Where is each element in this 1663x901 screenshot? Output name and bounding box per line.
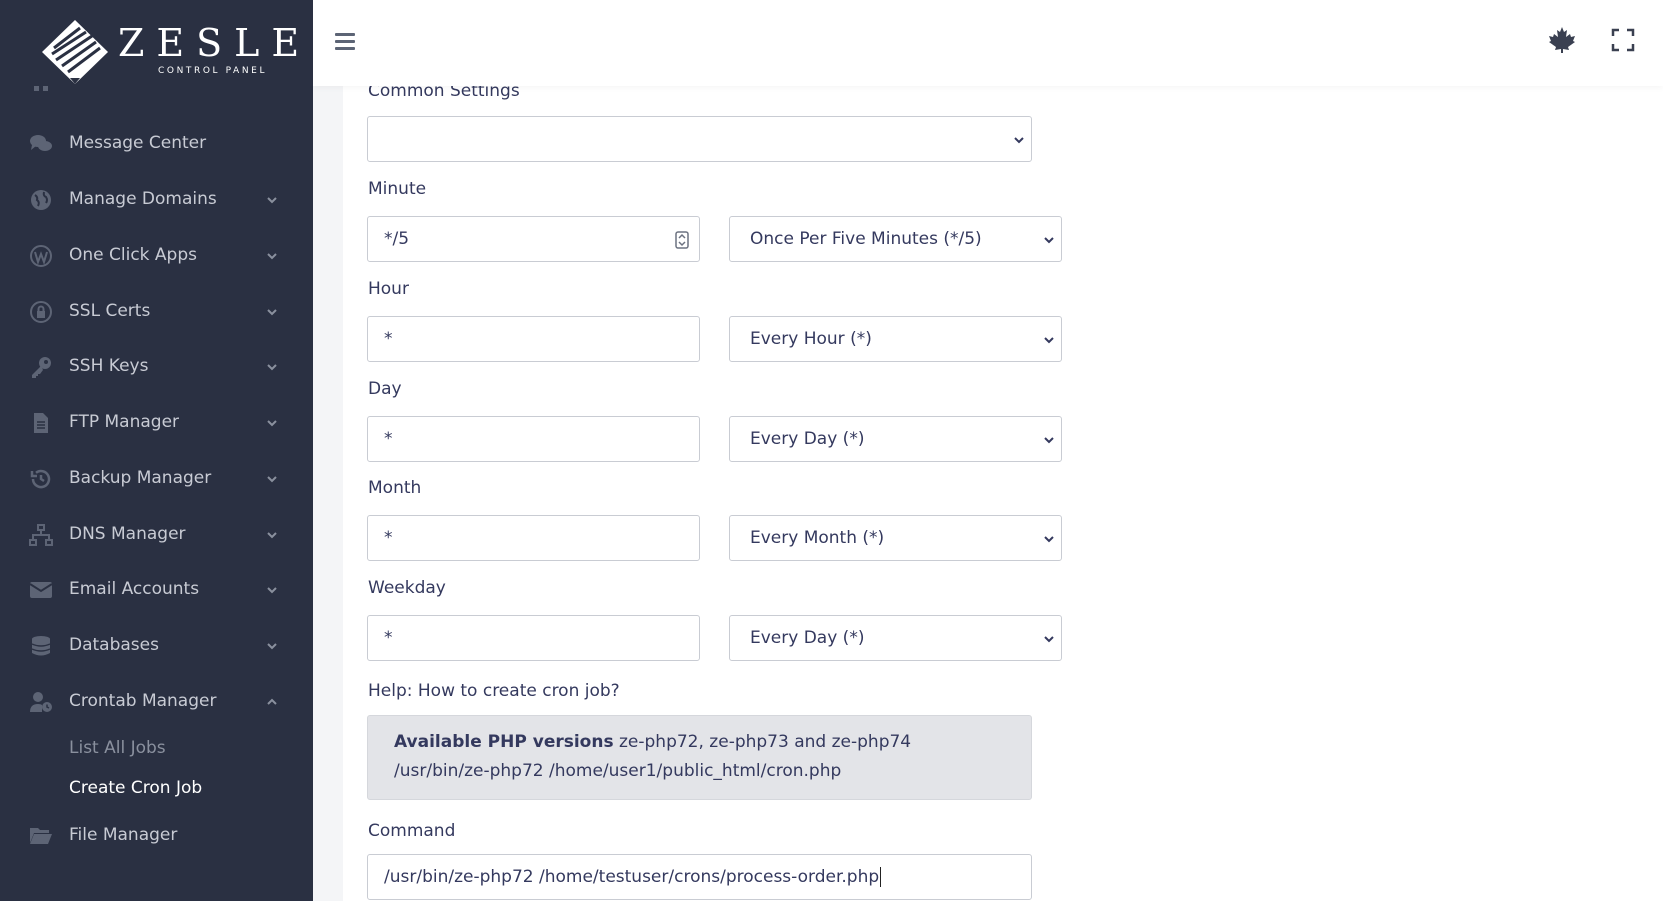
chevron-up-icon bbox=[267, 698, 277, 705]
sidebar-item-file-manager[interactable]: File Manager bbox=[0, 812, 313, 860]
sidebar: Dashboard Message Center Manage Domains … bbox=[0, 0, 313, 901]
day-input[interactable]: * bbox=[367, 416, 700, 462]
month-label: Month bbox=[368, 478, 422, 498]
chevron-down-icon bbox=[267, 309, 277, 316]
sidebar-item-ftp-manager[interactable]: FTP Manager bbox=[0, 399, 313, 447]
chevron-down-icon bbox=[267, 197, 277, 204]
sidebar-item-crontab-manager[interactable]: Crontab Manager bbox=[0, 678, 313, 726]
brand-name: ZESLE bbox=[118, 21, 312, 65]
chevron-down-icon bbox=[267, 253, 277, 260]
lock-icon bbox=[30, 301, 52, 323]
chevron-down-icon bbox=[1044, 437, 1054, 444]
sidebar-item-message-center[interactable]: Message Center bbox=[0, 120, 313, 168]
month-input[interactable]: * bbox=[367, 515, 700, 561]
file-icon bbox=[34, 413, 48, 433]
month-preset-select[interactable]: Every Month (*) bbox=[729, 515, 1062, 561]
sidebar-item-label: Databases bbox=[69, 635, 159, 655]
day-preset-select[interactable]: Every Day (*) bbox=[729, 416, 1062, 462]
sidebar-item-label: SSH Keys bbox=[69, 356, 149, 376]
chevron-down-icon bbox=[1044, 536, 1054, 543]
maple-leaf-icon[interactable] bbox=[1548, 26, 1576, 54]
command-input[interactable]: /usr/bin/ze-php72 /home/testuser/crons/p… bbox=[367, 854, 1032, 900]
sidebar-item-label: SSL Certs bbox=[69, 301, 151, 321]
help-line-example: /usr/bin/ze-php72 /home/user1/public_htm… bbox=[394, 761, 842, 781]
sidebar-item-label: Crontab Manager bbox=[69, 691, 217, 711]
hour-preset-select[interactable]: Every Hour (*) bbox=[729, 316, 1062, 362]
sidebar-item-email-accounts[interactable]: Email Accounts bbox=[0, 566, 313, 614]
weekday-label: Weekday bbox=[368, 578, 446, 598]
database-icon bbox=[31, 636, 51, 656]
text-caret bbox=[880, 867, 882, 887]
wordpress-icon bbox=[30, 245, 52, 267]
minute-input[interactable]: */5 bbox=[367, 216, 700, 262]
sidebar-item-manage-domains[interactable]: Manage Domains bbox=[0, 176, 313, 224]
sidebar-item-label: DNS Manager bbox=[69, 524, 186, 544]
weekday-input[interactable]: * bbox=[367, 615, 700, 661]
help-label: Help: How to create cron job? bbox=[368, 681, 620, 701]
chevron-down-icon bbox=[267, 587, 277, 594]
sidebar-item-backup-manager[interactable]: Backup Manager bbox=[0, 455, 313, 503]
chevron-down-icon bbox=[1014, 137, 1024, 144]
network-icon bbox=[29, 524, 53, 546]
brand-logo[interactable]: ZESLE CONTROL PANEL bbox=[0, 0, 313, 86]
chevron-down-icon bbox=[267, 420, 277, 427]
envelope-icon bbox=[29, 582, 53, 598]
chevron-down-icon bbox=[267, 364, 277, 371]
chevron-down-icon bbox=[267, 532, 277, 539]
hamburger-icon[interactable] bbox=[335, 33, 355, 51]
folder-open-icon bbox=[30, 828, 52, 844]
globe-icon bbox=[31, 190, 51, 210]
sidebar-item-label: One Click Apps bbox=[69, 245, 197, 265]
hour-label: Hour bbox=[368, 279, 409, 299]
sidebar-item-label: FTP Manager bbox=[69, 412, 180, 432]
sidebar-item-one-click-apps[interactable]: One Click Apps bbox=[0, 232, 313, 280]
create-cron-form: Common Settings Minute */5 Once Per Five… bbox=[343, 76, 1663, 901]
weekday-preset-select[interactable]: Every Day (*) bbox=[729, 615, 1062, 661]
command-label: Command bbox=[368, 821, 456, 841]
sidebar-item-label: Manage Domains bbox=[69, 189, 217, 209]
stepper-icon[interactable] bbox=[675, 231, 689, 249]
chevron-down-icon bbox=[1044, 237, 1054, 244]
user-clock-icon bbox=[30, 692, 52, 712]
hour-input[interactable]: * bbox=[367, 316, 700, 362]
chevron-down-icon bbox=[1044, 636, 1054, 643]
sidebar-item-label: Backup Manager bbox=[69, 468, 212, 488]
common-settings-select[interactable] bbox=[367, 116, 1032, 162]
sidebar-item-dns-manager[interactable]: DNS Manager bbox=[0, 511, 313, 559]
sidebar-subitem-list-all-jobs[interactable]: List All Jobs bbox=[69, 738, 166, 758]
main-content: Common Settings Minute */5 Once Per Five… bbox=[313, 76, 1663, 901]
chevron-down-icon bbox=[1044, 337, 1054, 344]
help-line-php-versions: Available PHP versions ze-php72, ze-php7… bbox=[394, 732, 912, 752]
history-icon bbox=[30, 469, 51, 489]
chevron-down-icon bbox=[267, 643, 277, 650]
fullscreen-icon[interactable] bbox=[1611, 28, 1635, 52]
sidebar-item-ssh-keys[interactable]: SSH Keys bbox=[0, 343, 313, 391]
minute-preset-select[interactable]: Once Per Five Minutes (*/5) bbox=[729, 216, 1062, 262]
sidebar-item-label: File Manager bbox=[69, 825, 178, 845]
help-box: Available PHP versions ze-php72, ze-php7… bbox=[367, 715, 1032, 800]
chevron-down-icon bbox=[267, 476, 277, 483]
key-icon bbox=[32, 357, 51, 378]
minute-label: Minute bbox=[368, 179, 427, 199]
sidebar-subitem-create-cron-job[interactable]: Create Cron Job bbox=[69, 778, 202, 798]
sidebar-item-label: Message Center bbox=[69, 133, 207, 153]
brand-subtitle: CONTROL PANEL bbox=[158, 66, 268, 76]
topbar bbox=[313, 0, 1663, 86]
sidebar-item-label: Email Accounts bbox=[69, 579, 200, 599]
chat-icon bbox=[30, 135, 52, 151]
zesle-diamond-logo bbox=[42, 20, 108, 84]
sidebar-item-databases[interactable]: Databases bbox=[0, 622, 313, 670]
day-label: Day bbox=[368, 379, 402, 399]
sidebar-item-ssl-certs[interactable]: SSL Certs bbox=[0, 288, 313, 336]
